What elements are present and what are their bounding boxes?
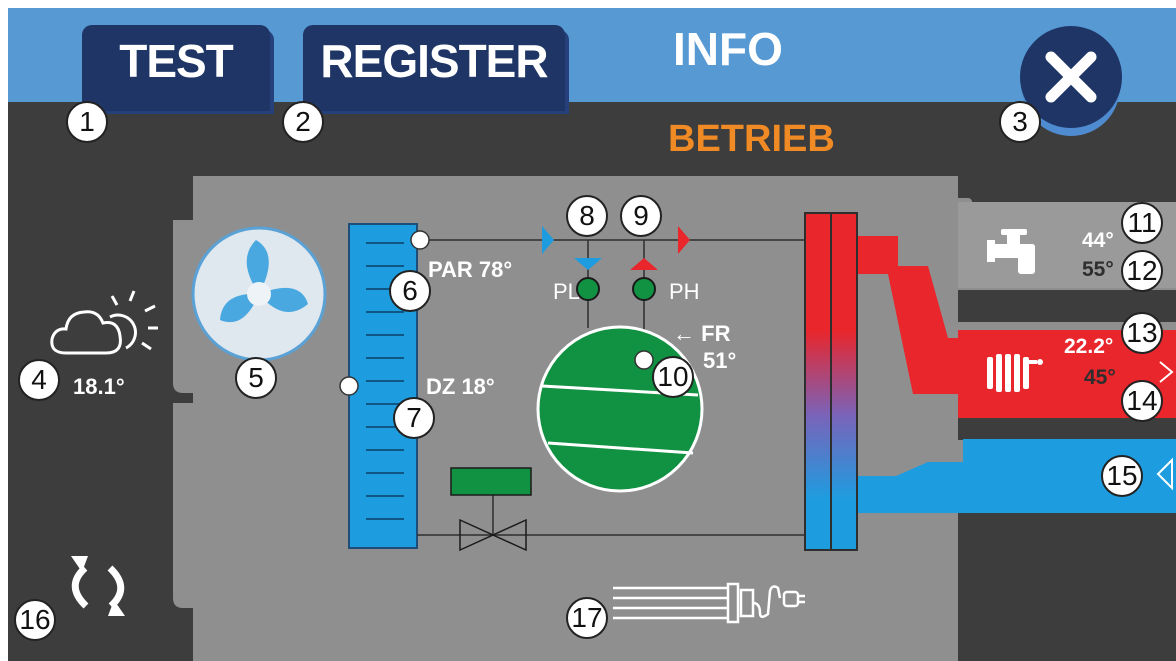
callout-2: 2 — [282, 101, 324, 143]
heat-pump-screen: TEST REGISTER INFO BETRIEB 18.1° PAR 78°… — [8, 8, 1176, 661]
dz-sensor-point — [339, 376, 359, 396]
fr-sensor-point — [634, 350, 654, 370]
callout-8: 8 — [566, 195, 608, 237]
side-panel-gap3 — [958, 513, 1176, 661]
valve-actuator — [450, 467, 532, 496]
callout-13: 13 — [1121, 312, 1163, 354]
callout-3: 3 — [999, 101, 1041, 143]
heating-temp-2: 45° — [1084, 366, 1116, 389]
hot-water-temp-1: 44° — [1082, 229, 1114, 252]
outdoor-temperature: 18.1° — [73, 374, 125, 399]
callout-10: 10 — [652, 356, 694, 398]
heating-temp-1: 22.2° — [1064, 335, 1114, 358]
par-value: PAR 78° — [428, 257, 513, 282]
hot-water-temp-2: 55° — [1082, 258, 1114, 281]
callout-6: 6 — [389, 270, 431, 312]
callout-5: 5 — [235, 357, 277, 399]
pl-label: PL — [553, 279, 580, 304]
fan-button[interactable] — [188, 223, 328, 363]
callout-4: 4 — [18, 359, 60, 401]
dz-value: DZ 18° — [426, 374, 495, 399]
par-sensor-point — [410, 230, 430, 250]
ph-label: PH — [669, 279, 700, 304]
fr-arrow-icon: ← — [673, 321, 695, 346]
callout-15: 15 — [1101, 455, 1143, 497]
compressor — [536, 325, 704, 493]
fr-label-wrap: ← FR — [673, 321, 730, 347]
ph-sensor — [632, 277, 656, 301]
callout-12: 12 — [1121, 250, 1163, 292]
heat-pump-diagram — [50, 176, 1176, 661]
cloud-sun-icon — [50, 290, 158, 355]
pl-sensor — [576, 277, 600, 301]
callout-1: 1 — [66, 101, 108, 143]
fr-value: 51° — [703, 348, 737, 373]
callout-14: 14 — [1121, 380, 1163, 422]
callout-9: 9 — [620, 195, 662, 237]
callout-17: 17 — [566, 597, 608, 639]
refresh-button[interactable] — [48, 548, 148, 628]
fr-label: FR — [701, 321, 731, 346]
callout-7: 7 — [393, 397, 435, 439]
callout-11: 11 — [1121, 202, 1163, 244]
